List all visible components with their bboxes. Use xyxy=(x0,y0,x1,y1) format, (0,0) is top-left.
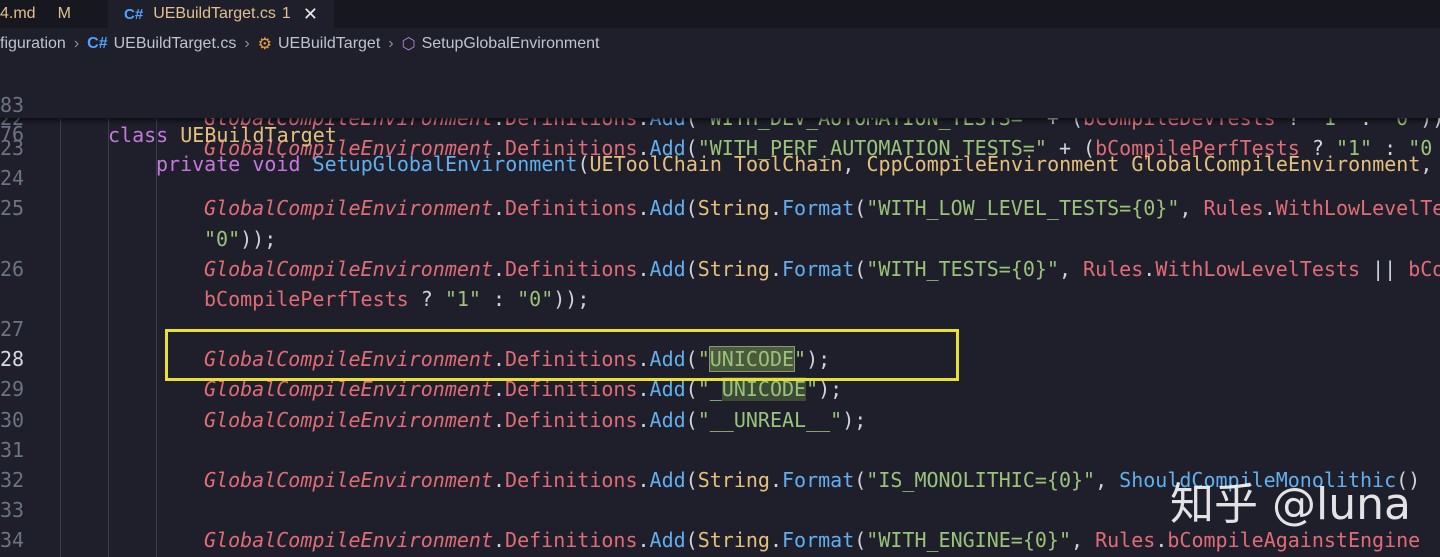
code-line[interactable]: 30 GlobalCompileEnvironment.Definitions.A… xyxy=(0,405,1440,435)
code-text: GlobalCompileEnvironment.Definitions.Add… xyxy=(204,256,1440,281)
breadcrumb-folder[interactable]: figuration xyxy=(0,35,66,53)
code-line[interactable]: 31 xyxy=(0,435,1440,465)
annotation-highlight-box xyxy=(165,329,959,381)
tab-label: UEBuildTarget.cs xyxy=(153,5,276,22)
breadcrumb-file[interactable]: UEBuildTarget.cs xyxy=(114,35,237,53)
modified-badge: M xyxy=(57,5,71,22)
sticky-line[interactable]: 83 class UEBuildTarget xyxy=(0,60,1440,147)
chevron-right-icon: › xyxy=(244,35,250,52)
line-number: 34 xyxy=(0,528,25,553)
line-number: 31 xyxy=(0,437,25,462)
chevron-right-icon: › xyxy=(73,35,80,52)
problems-count: 1 xyxy=(281,5,291,22)
code-text: GlobalCompileEnvironment.Definitions.Add… xyxy=(204,118,1440,130)
code-line[interactable]: 25 GlobalCompileEnvironment.Definitions.A… xyxy=(0,193,1440,223)
csharp-file-icon: C# xyxy=(87,35,108,52)
breadcrumb: figuration › C# UEBuildTarget.cs › ⚙ UEB… xyxy=(0,28,1440,60)
csharp-file-icon: C# xyxy=(124,5,144,23)
code-line[interactable]: bCompilePerfTests ? "1" : "0")); xyxy=(0,284,1440,314)
class-icon: ⚙ xyxy=(257,36,272,53)
breadcrumb-class[interactable]: UEBuildTarget xyxy=(278,35,380,53)
sticky-scroll-header: 83 class UEBuildTarget 76 private void S… xyxy=(0,60,1440,176)
line-number: 32 xyxy=(0,467,25,492)
close-icon[interactable]: ✕ xyxy=(303,4,318,25)
tab-label: 4.md xyxy=(0,5,36,22)
line-number: 76 xyxy=(0,122,25,146)
code-text: GlobalCompileEnvironment.Definitions.Add… xyxy=(204,407,867,432)
watermark: 知乎 @luna xyxy=(1170,479,1411,530)
method-icon: ⬡ xyxy=(401,36,416,53)
line-number: 27 xyxy=(0,317,25,342)
tab-4-md[interactable]: 4.md M xyxy=(0,0,108,28)
code-text: private void SetupGlobalEnvironment(UETo… xyxy=(156,152,1433,176)
code-text: bCompilePerfTests ? "1" : "0")); xyxy=(204,286,590,311)
line-number: 29 xyxy=(0,377,25,402)
code-line[interactable]: 26 GlobalCompileEnvironment.Definitions.A… xyxy=(0,254,1440,284)
tab-uebuildtarget-cs[interactable]: C# UEBuildTarget.cs 1 ✕ xyxy=(108,0,334,28)
code-text: class UEBuildTarget xyxy=(108,123,337,147)
code-line[interactable]: "0")); xyxy=(0,224,1440,254)
breadcrumb-method[interactable]: SetupGlobalEnvironment xyxy=(422,35,600,53)
sticky-line[interactable]: 76 private void SetupGlobalEnvironment(U… xyxy=(0,89,1440,176)
line-number: 28 xyxy=(0,347,25,372)
tab-bar: 4.md M C# UEBuildTarget.cs 1 ✕ xyxy=(0,0,1440,28)
line-number: 26 xyxy=(0,256,25,281)
code-text: "0")); xyxy=(204,226,277,251)
line-number: 33 xyxy=(0,497,25,522)
chevron-right-icon: › xyxy=(388,35,394,52)
line-number: 30 xyxy=(0,407,25,432)
code-text: GlobalCompileEnvironment.Definitions.Add… xyxy=(204,196,1440,221)
